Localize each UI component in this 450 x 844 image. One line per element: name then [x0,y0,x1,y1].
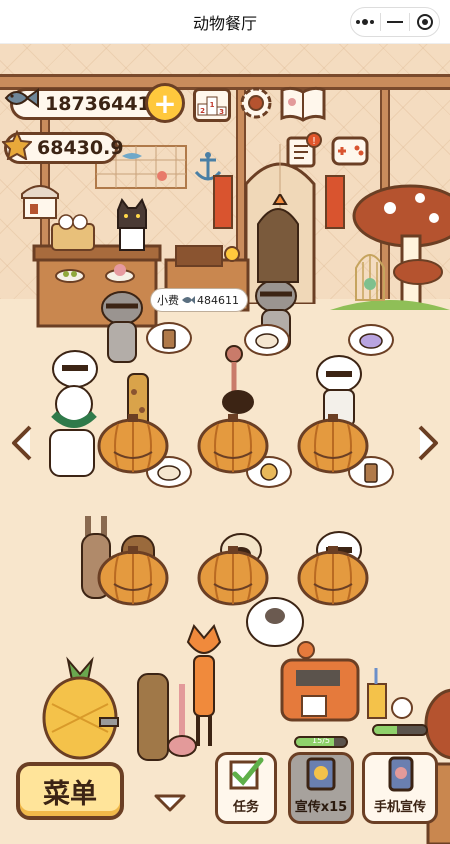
more-dots-icon[interactable] [351,8,380,36]
tip-amount: 484611 [197,293,239,307]
fish-coin-value: 18736441 [45,93,151,115]
svg-text:1: 1 [210,101,215,109]
pumpkin-table[interactable] [196,544,270,606]
gamepad-icon[interactable] [330,132,370,170]
order-bubble-dumpling[interactable] [244,324,290,356]
tip-bubble[interactable]: 小费 484611 [150,288,248,312]
menu-button[interactable]: 菜单 [16,762,124,820]
checkbox-icon [229,757,264,790]
raccoon-waiter [101,291,143,363]
shop-icon[interactable] [18,180,62,222]
title-bar: 动物餐厅 [0,0,450,44]
customer-queue [257,194,299,283]
chevron-down-icon[interactable] [152,790,188,816]
add-fish-coins-button[interactable]: + [145,83,185,123]
fish-icon [182,296,195,304]
svg-text:3: 3 [219,108,224,116]
mushroom-decor [330,184,450,310]
pumpkin-table[interactable] [296,544,370,606]
svg-text:!: ! [312,136,316,147]
capsule-menu [350,7,440,37]
star-value: 68430.9 [37,137,124,159]
chef-cat [117,198,147,251]
close-target-icon[interactable] [410,8,439,36]
promo-card-icon [306,757,336,791]
promo-label: 宣传x15 [294,800,348,815]
pumpkin-table[interactable] [96,544,170,606]
dumpling-icon [255,333,279,349]
phone-promo-button[interactable]: 手机宣传 [362,752,438,824]
tip-label: 小费 [157,294,179,307]
pumpkin-table[interactable] [96,412,170,474]
pumpkin-table[interactable] [296,412,370,474]
star-icon [2,130,32,160]
page-title: 动物餐厅 [192,13,257,33]
phone-promo-progress-bar [372,724,428,736]
settings-gear-icon[interactable] [237,84,275,122]
bill-notice-icon[interactable]: ! [284,132,322,170]
promo-progress-bar: 15/5 [294,736,348,748]
phone-label: 手机宣传 [373,800,426,815]
phone-promo-progress-fill [374,726,398,734]
promo-button[interactable]: 宣传x15 [288,752,354,824]
pineapple-juicer[interactable] [38,656,122,766]
recipe-book-icon[interactable] [278,84,328,122]
ostrich-customer [222,345,254,414]
bird-cage-decor [355,254,385,301]
ranking-icon[interactable]: 213 [193,88,231,122]
restaurant-scene: 小费 484611 18736441 + 68430.9 2 1 3 ! 菜单 … [0,44,450,844]
phone-icon [388,756,414,792]
order-bubble-pudding[interactable] [348,324,394,356]
promo-progress-text: 15/5 [312,736,330,745]
minimize-icon[interactable] [381,8,410,36]
drink-icon [162,329,176,349]
svg-text:2: 2 [200,107,205,115]
scroll-right-arrow-icon[interactable] [414,424,440,462]
order-bubble-drink[interactable] [146,322,192,354]
scroll-left-arrow-icon[interactable] [10,424,36,462]
flamingo-staff [167,684,197,757]
fish-coin-icon [4,88,39,108]
pudding-icon [359,333,383,349]
task-button[interactable]: 任务 [215,752,277,824]
coffee-machine[interactable] [262,640,362,736]
task-label: 任务 [232,800,259,815]
banner-decor [213,175,233,229]
pumpkin-table[interactable] [196,412,270,474]
